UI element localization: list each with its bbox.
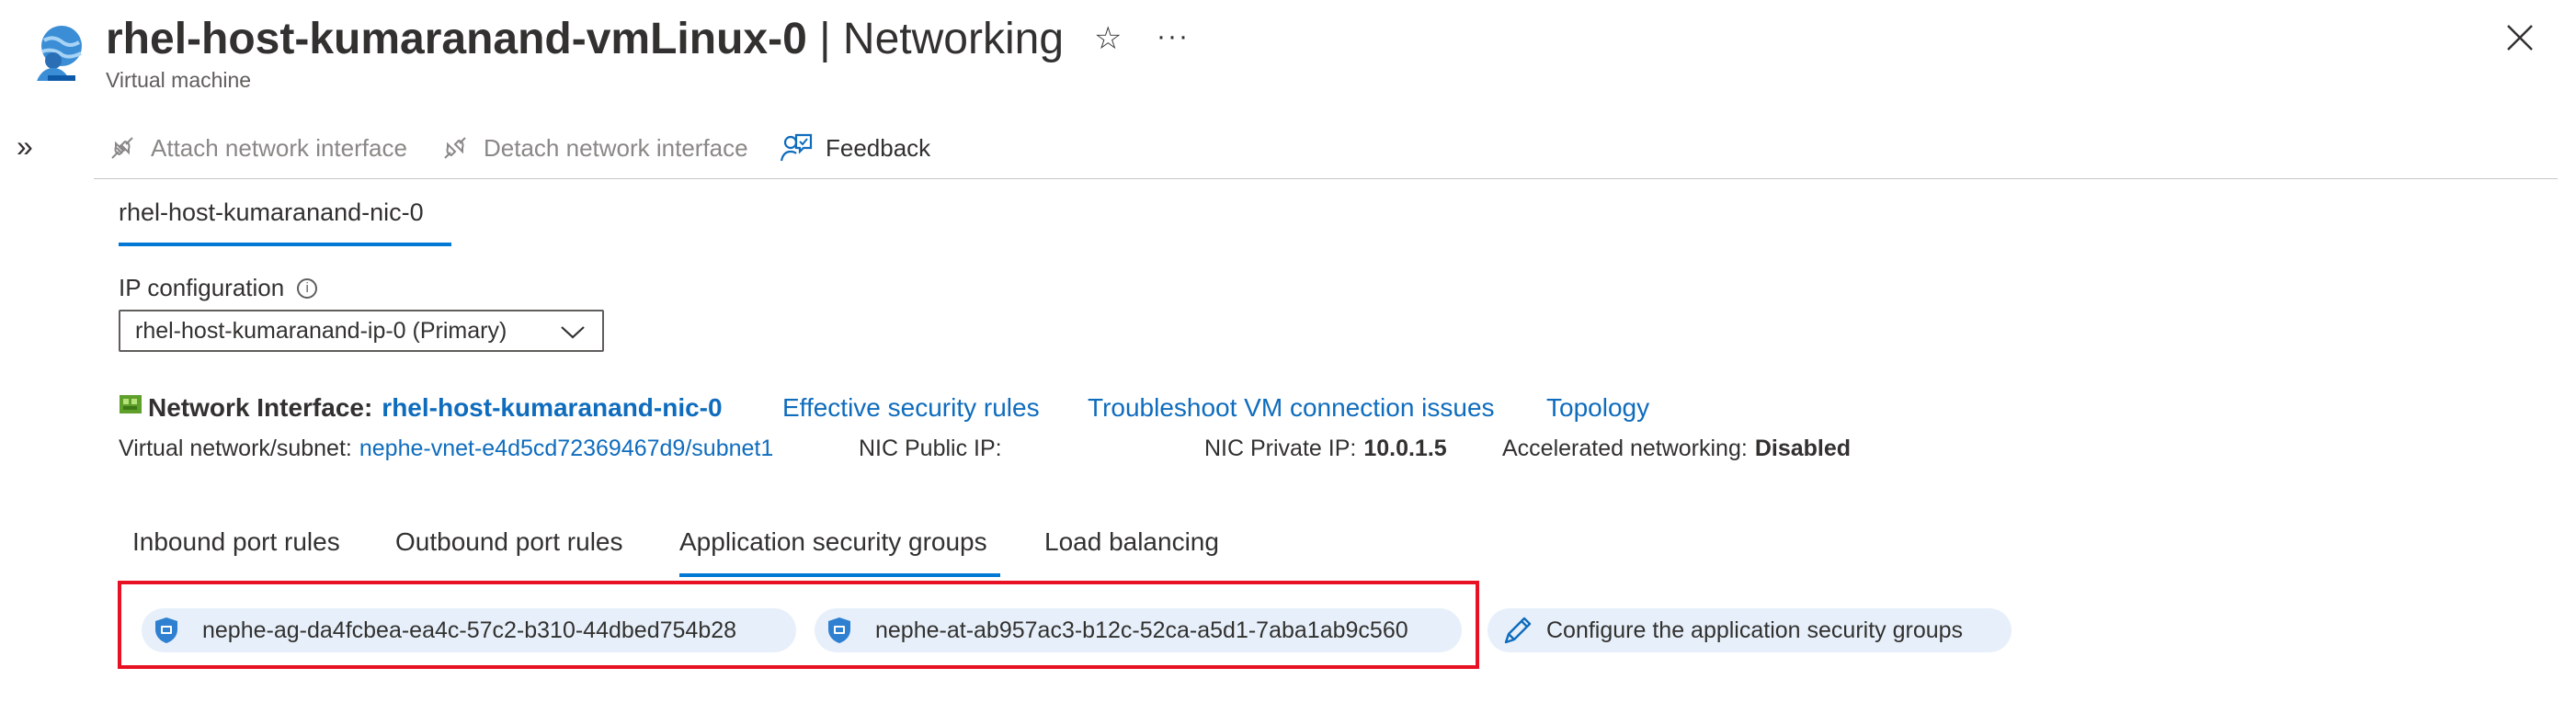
accelerated-networking-value: Disabled (1754, 435, 1852, 461)
attach-label: Attach network interface (151, 133, 407, 162)
tab-inbound-port-rules[interactable]: Inbound port rules (132, 527, 340, 557)
network-interface-label: Network Interface: (148, 393, 373, 422)
configure-asg-label: Configure the application security group… (1546, 617, 1964, 643)
public-ip-info: NIC Public IP: (859, 432, 1009, 465)
public-ip-label: NIC Public IP: (859, 435, 1002, 461)
page-title: rhel-host-kumaranand-vmLinux-0 | Network… (106, 9, 1064, 70)
section-name: Networking (842, 15, 1065, 63)
toolbar-divider (94, 178, 2558, 179)
close-icon[interactable] (2501, 18, 2539, 57)
ip-configuration-dropdown[interactable]: rhel-host-kumaranand-ip-0 (Primary) (119, 310, 604, 352)
asg-shield-icon (828, 617, 850, 643)
accelerated-networking-info: Accelerated networking: Disabled (1502, 432, 1851, 465)
private-ip-value: 10.0.1.5 (1363, 435, 1447, 461)
tab-application-security-groups[interactable]: Application security groups (679, 527, 987, 557)
detach-network-interface-button[interactable]: Detach network interface (439, 129, 748, 167)
detach-label: Detach network interface (484, 133, 748, 162)
unplug-icon (444, 137, 466, 159)
network-interface-row: Network Interface: rhel-host-kumaranand-… (119, 390, 723, 426)
private-ip-label: NIC Private IP: (1204, 435, 1357, 461)
topology-link[interactable]: Topology (1546, 390, 1649, 426)
virtual-machine-icon (37, 26, 82, 81)
pencil-icon (1504, 617, 1532, 644)
more-options-icon[interactable]: ··· (1157, 20, 1190, 53)
plug-icon (111, 137, 133, 159)
network-interface-link[interactable]: rhel-host-kumaranand-nic-0 (382, 393, 722, 423)
feedback-icon (780, 133, 813, 162)
feedback-label: Feedback (826, 133, 931, 162)
tab-outbound-port-rules[interactable]: Outbound port rules (395, 527, 623, 557)
tab-nic-underline (119, 243, 451, 246)
ip-configuration-label: IP configuration i (119, 274, 318, 302)
asg-shield-icon (155, 617, 177, 643)
resource-type: Virtual machine (106, 68, 252, 92)
active-tab-underline (679, 573, 1000, 577)
ip-configuration-label-text: IP configuration (119, 274, 285, 301)
title-separator: | (806, 15, 843, 63)
expand-menu-icon[interactable]: » (17, 131, 33, 161)
tab-load-balancing[interactable]: Load balancing (1044, 527, 1219, 557)
asg-chip-label: nephe-ag-da4fcbea-ea4c-57c2-b310-44dbed7… (202, 617, 737, 643)
ip-configuration-selected: rhel-host-kumaranand-ip-0 (Primary) (135, 317, 507, 344)
info-icon[interactable]: i (297, 277, 318, 299)
vnet-label: Virtual network/subnet: (119, 435, 352, 461)
tab-nic[interactable]: rhel-host-kumaranand-nic-0 (119, 198, 424, 227)
attach-network-interface-button[interactable]: Attach network interface (107, 129, 407, 167)
network-interface-icon (120, 395, 142, 413)
asg-chip-label: nephe-at-ab957ac3-b12c-52ca-a5d1-7aba1ab… (875, 617, 1408, 643)
vnet-info: Virtual network/subnet: nephe-vnet-e4d5c… (119, 432, 773, 465)
vm-name: rhel-host-kumaranand-vmLinux-0 (106, 15, 807, 63)
asg-chip[interactable]: nephe-at-ab957ac3-b12c-52ca-a5d1-7aba1ab… (815, 608, 1462, 652)
asg-chip[interactable]: nephe-ag-da4fcbea-ea4c-57c2-b310-44dbed7… (142, 608, 796, 652)
chevron-down-icon (561, 326, 585, 339)
private-ip-info: NIC Private IP: 10.0.1.5 (1204, 432, 1447, 465)
effective-security-rules-link[interactable]: Effective security rules (782, 390, 1040, 426)
feedback-button[interactable]: Feedback (780, 129, 930, 167)
favorite-star-icon[interactable]: ☆ (1094, 20, 1122, 57)
troubleshoot-link[interactable]: Troubleshoot VM connection issues (1088, 390, 1495, 426)
configure-asg-button[interactable]: Configure the application security group… (1487, 608, 2012, 652)
accelerated-networking-label: Accelerated networking: (1502, 435, 1748, 461)
vnet-link[interactable]: nephe-vnet-e4d5cd72369467d9/subnet1 (359, 436, 773, 462)
